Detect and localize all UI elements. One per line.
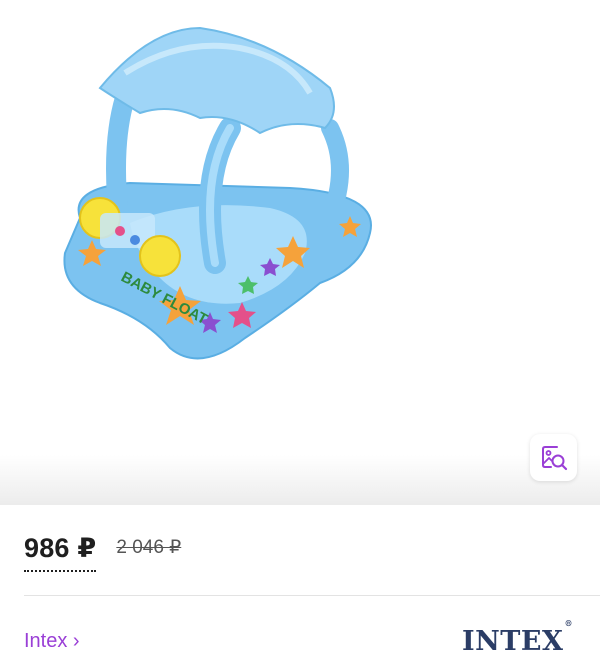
old-price: 2 046 ₽ [116, 537, 182, 558]
price-row: 986 ₽ 2 046 ₽ [24, 533, 181, 572]
trademark-symbol: ® [564, 618, 573, 628]
visual-search-button[interactable] [530, 434, 577, 481]
brand-link[interactable]: Intex › [24, 630, 80, 653]
product-gallery[interactable]: BABY FLOAT [0, 0, 600, 505]
image-search-icon [541, 445, 567, 470]
current-price[interactable]: 986 ₽ [24, 533, 97, 572]
divider [24, 595, 600, 596]
brand-logo[interactable]: INTEX® [462, 618, 573, 657]
brand-logo-text: INTEX [462, 626, 564, 657]
product-image: BABY FLOAT [63, 26, 372, 360]
